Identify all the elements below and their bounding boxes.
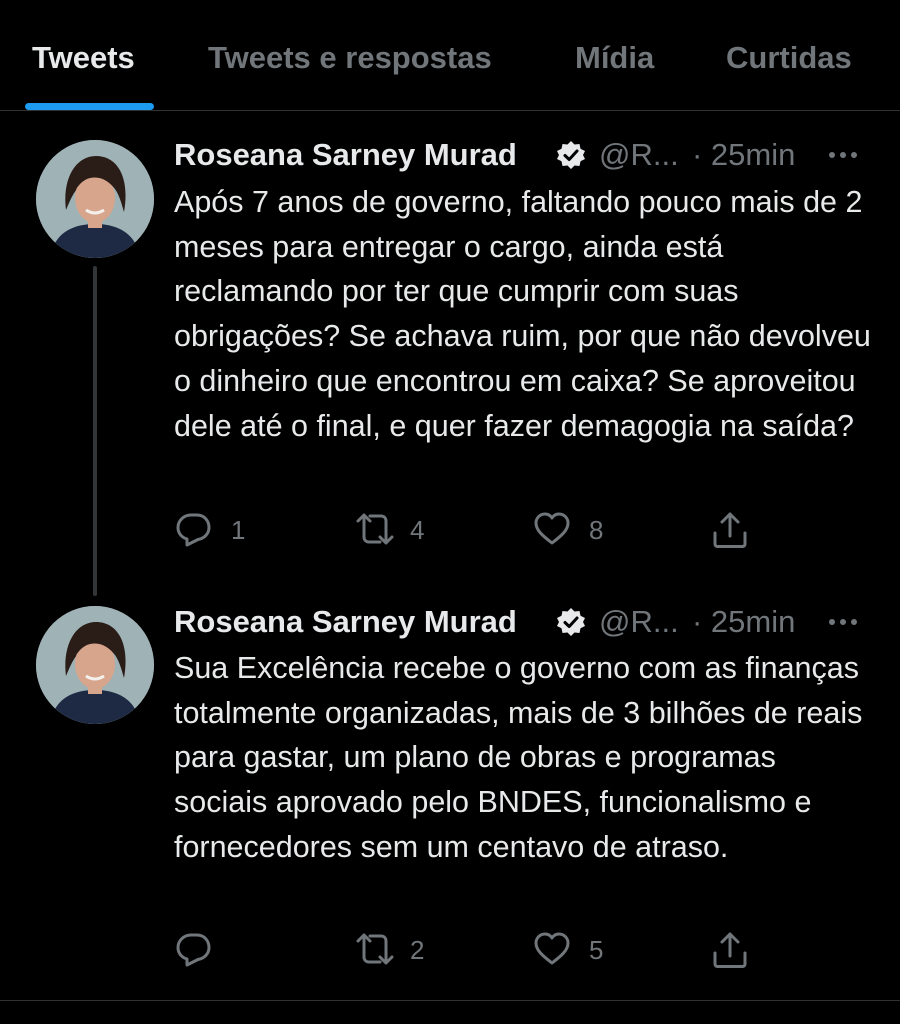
share-button[interactable]: [711, 930, 751, 970]
reply-count: 1: [231, 515, 246, 545]
profile-tabs: Tweets Tweets e respostas Mídia Curtidas: [0, 0, 900, 111]
tab-curtidas[interactable]: Curtidas: [726, 40, 852, 76]
author-handle[interactable]: @R...: [599, 602, 679, 642]
reply-button[interactable]: [175, 930, 265, 970]
verified-badge-icon: [557, 141, 585, 169]
reply-icon: [176, 513, 211, 547]
share-button[interactable]: [711, 510, 751, 550]
tab-tweets-e-respostas[interactable]: Tweets e respostas: [208, 40, 492, 76]
retweet-button[interactable]: 4: [354, 510, 444, 550]
retweet-count: 2: [410, 935, 425, 965]
share-icon: [713, 512, 747, 548]
avatar-portrait-icon: [36, 140, 154, 258]
author-name[interactable]: Roseana Sarney Murad: [174, 135, 517, 175]
like-button[interactable]: 5: [533, 930, 623, 970]
tweet-text: Após 7 anos de governo, faltando pouco m…: [174, 185, 871, 443]
retweet-icon: [356, 933, 394, 965]
tweet-text: Sua Excelência recebe o governo com as f…: [174, 651, 863, 864]
tweet-timestamp[interactable]: · 25min: [692, 602, 795, 642]
author-name[interactable]: Roseana Sarney Murad: [174, 602, 517, 642]
reply-button[interactable]: 1: [175, 510, 265, 550]
tab-tweets[interactable]: Tweets: [32, 40, 135, 76]
tab-midia[interactable]: Mídia: [575, 40, 654, 76]
more-options-icon[interactable]: [826, 610, 860, 634]
verified-badge-icon: [557, 608, 585, 636]
author-handle[interactable]: @R...: [599, 135, 679, 175]
avatar-portrait-icon: [36, 606, 154, 724]
active-tab-indicator: [25, 103, 154, 110]
thread-line: [93, 266, 97, 596]
like-count: 5: [589, 935, 604, 965]
heart-icon: [534, 932, 570, 965]
tweet-timestamp[interactable]: · 25min: [692, 135, 795, 175]
retweet-icon: [356, 513, 394, 545]
share-icon: [713, 932, 747, 968]
retweet-button[interactable]: 2: [354, 930, 444, 970]
tweet-divider: [0, 1000, 900, 1001]
heart-icon: [534, 512, 570, 545]
retweet-count: 4: [410, 515, 425, 545]
reply-icon: [176, 933, 211, 967]
more-options-icon[interactable]: [826, 143, 860, 167]
like-count: 8: [589, 515, 604, 545]
avatar[interactable]: [36, 606, 154, 724]
avatar[interactable]: [36, 140, 154, 258]
like-button[interactable]: 8: [533, 510, 623, 550]
